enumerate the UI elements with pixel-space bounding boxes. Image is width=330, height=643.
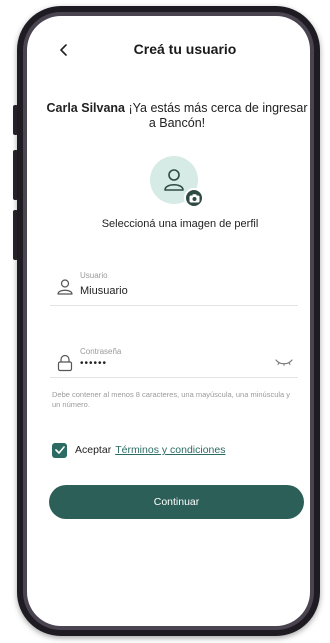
terms-prefix: Aceptar [75,444,112,456]
profile-image-label[interactable]: Seleccioná una imagen de perfil [30,218,330,230]
continue-button[interactable]: Continuar [49,485,304,519]
username-value: Miusuario [80,285,128,297]
terms-row: Aceptar Términos y condiciones [52,442,225,458]
greeting-text: Carla Silvana ¡Ya estás más cerca de ing… [44,101,310,131]
password-label: Contraseña [80,347,122,356]
lock-icon [57,354,73,372]
page-title: Creá tu usuario [133,41,237,57]
password-value: •••••• [80,358,108,369]
user-outline-icon [57,279,73,295]
terms-link[interactable]: Términos y condiciones [115,444,225,456]
terms-checkbox[interactable] [52,442,67,458]
greeting-message: ¡Ya estás más cerca de ingresar a Bancón… [128,101,308,130]
camera-button[interactable] [184,188,204,208]
user-icon [164,169,184,191]
password-field[interactable]: Contraseña •••••• [50,340,298,378]
username-label: Usuario [80,271,108,280]
header: Creá tu usuario [0,38,330,62]
checkmark-icon [54,446,65,454]
camera-icon [189,193,199,202]
user-name: Carla Silvana [46,101,125,115]
password-helper-text: Debe contener al menos 8 caracteres, una… [52,390,291,409]
eye-closed-icon[interactable] [274,356,294,368]
username-field[interactable]: Usuario Miusuario [50,258,298,306]
